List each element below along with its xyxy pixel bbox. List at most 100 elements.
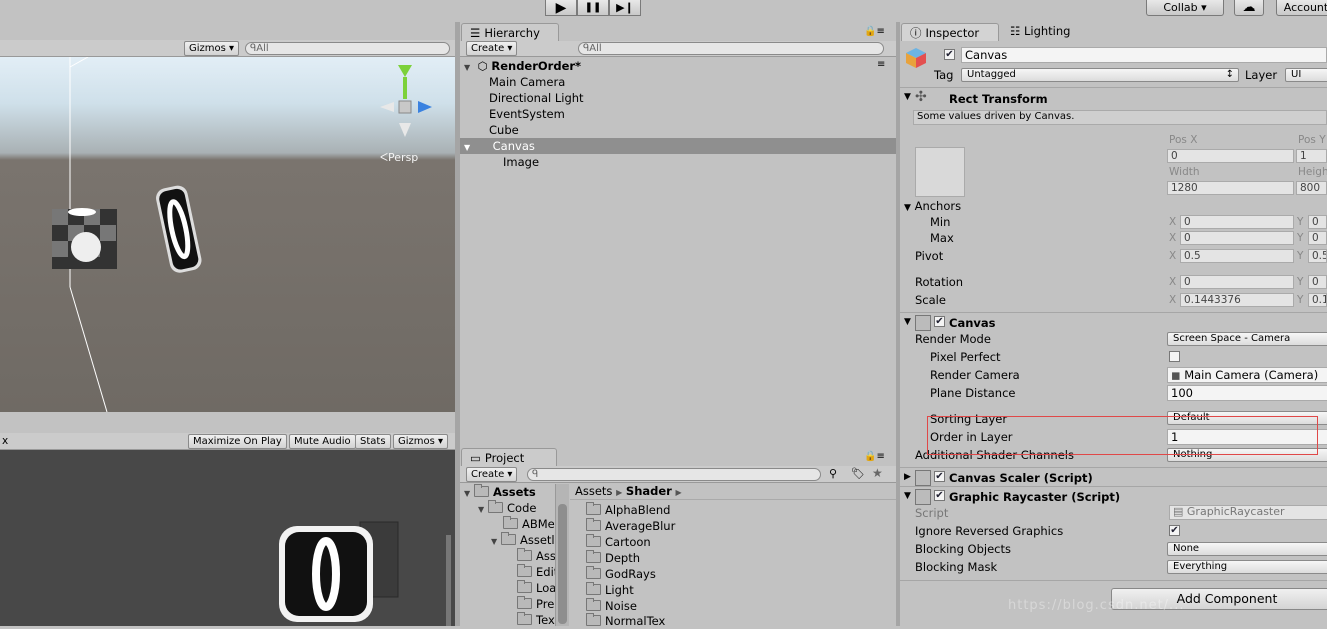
pixel-perfect-checkbox[interactable] bbox=[1169, 351, 1180, 362]
tab-project[interactable]: ▭ Project bbox=[461, 448, 557, 466]
collab-button[interactable]: Collab ▾ bbox=[1146, 0, 1224, 16]
tree-item-code[interactable]: ▼ Code bbox=[478, 500, 536, 516]
pivot-x-field[interactable]: 0.5 bbox=[1180, 249, 1294, 263]
folder-averageblur[interactable]: AverageBlur bbox=[586, 518, 675, 534]
max-x-field[interactable]: 0 bbox=[1180, 231, 1294, 245]
filter-label-icon[interactable]: 🏷 bbox=[851, 467, 865, 480]
tree-item-ass[interactable]: Ass bbox=[517, 548, 556, 564]
object-name-input[interactable]: Canvas bbox=[961, 47, 1327, 63]
tree-item-tex[interactable]: Tex bbox=[517, 612, 555, 626]
scrollbar-thumb[interactable] bbox=[558, 504, 567, 624]
tab-inspector[interactable]: ⓘ Inspector bbox=[901, 23, 999, 41]
folder-godrays[interactable]: GodRays bbox=[586, 566, 656, 582]
hierarchy-item-image[interactable]: Image bbox=[503, 154, 539, 170]
script-field[interactable]: ▤ GraphicRaycaster bbox=[1169, 505, 1327, 520]
render-mode-dropdown[interactable]: Screen Space - Camera bbox=[1167, 332, 1327, 346]
tab-lighting[interactable]: ☷ Lighting bbox=[1010, 24, 1070, 38]
anchors-label[interactable]: ▼ Anchors bbox=[904, 199, 961, 213]
min-x-field[interactable]: 0 bbox=[1180, 215, 1294, 229]
tag-dropdown[interactable]: Untagged ↕ bbox=[961, 68, 1239, 82]
project-menu-icon[interactable]: 🔒≡ bbox=[864, 451, 885, 462]
folder-noise[interactable]: Noise bbox=[586, 598, 637, 614]
min-y-field[interactable]: 0 bbox=[1308, 215, 1327, 229]
hierarchy-create-button[interactable]: Create ▾ bbox=[466, 41, 518, 56]
raycaster-foldout-icon[interactable]: ▼ bbox=[904, 491, 911, 501]
orientation-gizmo[interactable] bbox=[380, 65, 432, 137]
step-button[interactable]: ▶❙ bbox=[609, 0, 641, 16]
hierarchy-item-eventsystem[interactable]: EventSystem bbox=[489, 106, 565, 122]
scale-y-field[interactable]: 0.1 bbox=[1308, 293, 1327, 307]
rotation-x-field[interactable]: 0 bbox=[1180, 275, 1294, 289]
canvas-scaler-foldout-icon[interactable]: ▶ bbox=[904, 472, 911, 482]
persp-label[interactable]: ᐸPersp bbox=[380, 151, 418, 164]
scale-x-field[interactable]: 0.1443376 bbox=[1180, 293, 1294, 307]
folder-light[interactable]: Light bbox=[586, 582, 634, 598]
play-button[interactable]: ▶ bbox=[545, 0, 577, 16]
folder-alphablend[interactable]: AlphaBlend bbox=[586, 502, 670, 518]
tree-item-assetl[interactable]: ▼ Assetl bbox=[491, 532, 555, 548]
pivot-y-field[interactable]: 0.5 bbox=[1308, 249, 1327, 263]
cloud-button[interactable]: ☁ bbox=[1234, 0, 1264, 16]
scene-search-input[interactable]: ᑫAll bbox=[245, 42, 450, 55]
tree-item-pre[interactable]: Pre bbox=[517, 596, 554, 612]
width-field[interactable]: 1280 bbox=[1167, 181, 1294, 195]
scene-menu-icon[interactable]: ≡ bbox=[877, 59, 885, 70]
hierarchy-item-cube[interactable]: Cube bbox=[489, 122, 519, 138]
canvas-component-title[interactable]: Canvas bbox=[949, 316, 996, 330]
layer-dropdown[interactable]: UI bbox=[1285, 68, 1327, 82]
maximize-on-play-button[interactable]: Maximize On Play bbox=[188, 434, 287, 449]
rotation-y-field[interactable]: 0 bbox=[1308, 275, 1327, 289]
image-object[interactable] bbox=[154, 184, 203, 275]
max-y-field[interactable]: 0 bbox=[1308, 231, 1327, 245]
canvas-scaler-title[interactable]: Canvas Scaler (Script) bbox=[949, 471, 1093, 485]
tree-item-assets[interactable]: ▼ Assets bbox=[464, 484, 536, 500]
hierarchy-item-canvas[interactable]: ▼ Canvas bbox=[464, 138, 535, 154]
project-search-input[interactable]: ᑫ bbox=[527, 468, 821, 481]
blocking-objects-dropdown[interactable]: None bbox=[1167, 542, 1327, 556]
canvas-foldout-icon[interactable]: ▼ bbox=[904, 317, 911, 327]
hierarchy-menu-icon[interactable]: 🔒≡ bbox=[864, 26, 885, 37]
anchor-preset-button[interactable] bbox=[915, 147, 965, 197]
hierarchy-search-input[interactable]: ᑫAll bbox=[578, 42, 884, 55]
game-gizmos-button[interactable]: Gizmos ▾ bbox=[393, 434, 449, 449]
render-camera-field[interactable]: ◼ Main Camera (Camera) bbox=[1167, 367, 1327, 383]
folder-cartoon[interactable]: Cartoon bbox=[586, 534, 651, 550]
hierarchy-scene-row[interactable]: ▼ ⬡ RenderOrder* bbox=[464, 58, 581, 74]
project-create-button[interactable]: Create ▾ bbox=[466, 467, 518, 482]
mute-audio-button[interactable]: Mute Audio bbox=[289, 434, 356, 449]
blocking-mask-dropdown[interactable]: Everything bbox=[1167, 560, 1327, 574]
hierarchy-item-main-camera[interactable]: Main Camera bbox=[489, 74, 565, 90]
folder-depth[interactable]: Depth bbox=[586, 550, 640, 566]
hierarchy-item-directional-light[interactable]: Directional Light bbox=[489, 90, 584, 106]
folder-normaltex[interactable]: NormalTex bbox=[586, 613, 665, 629]
favorite-star-icon[interactable]: ★ bbox=[872, 466, 883, 480]
raycaster-checkbox[interactable]: ✔ bbox=[934, 490, 945, 501]
cube-object[interactable] bbox=[52, 208, 117, 269]
game-viewport[interactable] bbox=[0, 450, 455, 626]
filter-type-icon[interactable]: ⚲ bbox=[829, 467, 837, 480]
tab-hierarchy[interactable]: ☰ Hierarchy bbox=[461, 23, 559, 41]
height-field[interactable]: 800 bbox=[1296, 181, 1327, 195]
breadcrumb-shader[interactable]: Shader bbox=[626, 484, 672, 498]
posy-field[interactable]: 1 bbox=[1296, 149, 1327, 163]
rect-transform-title[interactable]: Rect Transform bbox=[949, 92, 1048, 106]
active-checkbox[interactable]: ✔ bbox=[944, 49, 955, 60]
account-button[interactable]: Account bbox=[1276, 0, 1327, 16]
project-tree-scrollbar[interactable] bbox=[555, 484, 569, 626]
ignore-reversed-checkbox[interactable]: ✔ bbox=[1169, 525, 1180, 536]
tree-item-edit[interactable]: Edit bbox=[517, 564, 556, 580]
tree-item-abme[interactable]: ABMe bbox=[503, 516, 555, 532]
rect-transform-foldout-icon[interactable]: ▼ bbox=[904, 92, 911, 102]
posx-field[interactable]: 0 bbox=[1167, 149, 1294, 163]
scene-viewport[interactable]: ᐸPersp bbox=[0, 57, 455, 412]
plane-distance-field[interactable]: 100 bbox=[1167, 385, 1327, 401]
game-tab-fragment[interactable]: x bbox=[2, 435, 8, 447]
breadcrumb-assets[interactable]: Assets bbox=[575, 484, 612, 498]
canvas-enabled-checkbox[interactable]: ✔ bbox=[934, 316, 945, 327]
canvas-scaler-checkbox[interactable]: ✔ bbox=[934, 471, 945, 482]
pause-button[interactable]: ❚❚ bbox=[577, 0, 609, 16]
scene-gizmos-button[interactable]: Gizmos ▾ bbox=[184, 41, 240, 56]
stats-button[interactable]: Stats bbox=[355, 434, 391, 449]
raycaster-title[interactable]: Graphic Raycaster (Script) bbox=[949, 490, 1120, 504]
tree-item-loa[interactable]: Loa bbox=[517, 580, 556, 596]
